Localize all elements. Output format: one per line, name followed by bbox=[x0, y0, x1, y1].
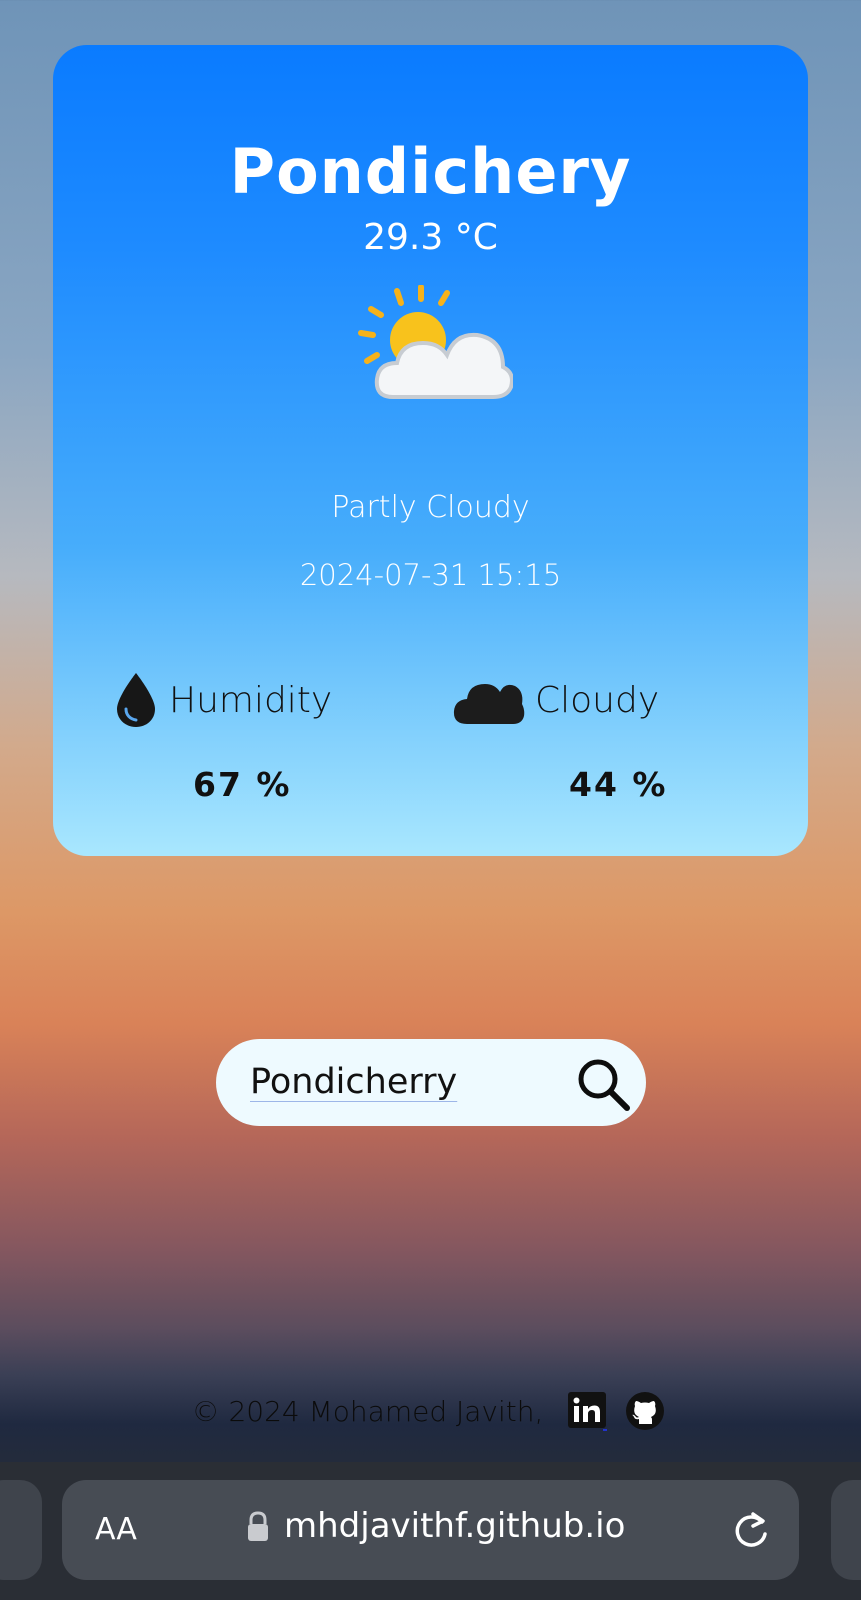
observation-datetime: 2024-07-31 15:15 bbox=[299, 558, 562, 592]
text-size-button[interactable]: AA bbox=[95, 1512, 137, 1547]
search-button[interactable] bbox=[574, 1055, 632, 1113]
lock-icon bbox=[248, 1511, 268, 1541]
search-icon bbox=[578, 1059, 630, 1111]
page-footer: © 2024 Mohamed Javith, bbox=[0, 1385, 861, 1437]
previous-tab-pill[interactable] bbox=[0, 1480, 42, 1580]
partly-cloudy-icon bbox=[358, 285, 513, 399]
cloudiness-label: Cloudy bbox=[535, 679, 660, 721]
github-link[interactable] bbox=[625, 1391, 665, 1431]
city-search-bar bbox=[216, 1039, 646, 1126]
humidity-value: 67 % bbox=[193, 765, 292, 804]
cloudiness-value: 44 % bbox=[569, 765, 668, 804]
weather-card: Pondichery 29.3 °C Partly Cloudy 2024-07… bbox=[53, 45, 808, 856]
weather-condition: Partly Cloudy bbox=[331, 490, 530, 525]
linkedin-link[interactable] bbox=[567, 1391, 608, 1431]
address-bar[interactable]: AA mhdjavithf.github.io bbox=[62, 1480, 799, 1580]
humidity-label: Humidity bbox=[169, 679, 333, 721]
droplet-icon bbox=[117, 673, 155, 727]
cloudiness-stat: Cloudy 44 % bbox=[453, 665, 783, 804]
city-search-input[interactable] bbox=[250, 1055, 490, 1109]
humidity-stat: Humidity 67 % bbox=[113, 665, 443, 804]
temperature: 29.3 °C bbox=[363, 217, 498, 258]
url-text: mhdjavithf.github.io bbox=[284, 1506, 626, 1546]
copyright-text: © 2024 Mohamed Javith, bbox=[191, 1394, 544, 1428]
next-tab-pill[interactable] bbox=[831, 1480, 861, 1580]
browser-toolbar: AA mhdjavithf.github.io bbox=[0, 1462, 861, 1600]
linkedin-icon bbox=[568, 1392, 608, 1431]
cloud-icon bbox=[453, 684, 525, 724]
github-icon bbox=[626, 1392, 665, 1430]
reload-icon[interactable] bbox=[731, 1508, 771, 1550]
city-name: Pondichery bbox=[229, 135, 632, 208]
